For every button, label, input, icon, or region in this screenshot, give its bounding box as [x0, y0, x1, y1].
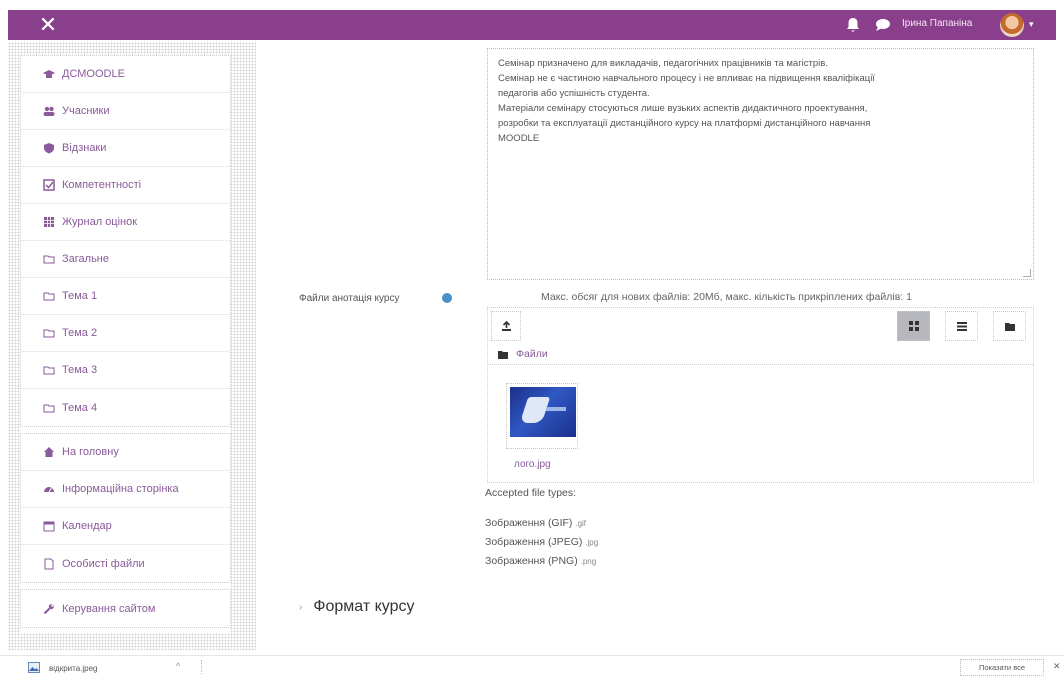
nav-item-label: Тема 2	[62, 327, 98, 339]
nav-item-grades[interactable]: Журнал оцінок	[21, 204, 230, 241]
bell-icon[interactable]	[845, 16, 861, 34]
nav-item-participants[interactable]: Учасники	[21, 93, 230, 130]
nav-item-label: ДСМOODLE	[62, 68, 125, 80]
file-thumbnail[interactable]	[506, 383, 578, 449]
nav-item-label: Календар	[62, 520, 112, 532]
download-file-name[interactable]: відкрита.jpeg	[49, 664, 97, 673]
nav-drawer: ДСМOODLE Учасники Відзнаки Компетентност…	[20, 55, 231, 634]
view-icons-button[interactable]	[897, 311, 930, 341]
nav-item-label: Тема 1	[62, 290, 98, 302]
close-icon[interactable]: ✕	[1053, 661, 1061, 672]
image-file-icon	[28, 662, 40, 673]
home-icon	[43, 446, 55, 458]
nav-item-label: Тема 3	[62, 364, 98, 376]
checkbox-icon	[43, 179, 55, 191]
nav-item-label: Інформаційна сторінка	[62, 483, 179, 495]
calendar-icon	[43, 520, 55, 532]
summary-line: Матеріали семінару стосуються лише вузьк…	[498, 103, 868, 114]
folder-icon	[498, 350, 508, 359]
nav-item-badges[interactable]: Відзнаки	[21, 130, 230, 167]
nav-item-label: Тема 4	[62, 401, 98, 414]
summary-line: педагогів або успішність студента.	[498, 88, 650, 99]
summary-line: MOODLE	[498, 133, 540, 144]
graduation-cap-icon	[43, 68, 55, 80]
nav-item-label: Керування сайтом	[62, 602, 156, 615]
nav-item-label: Загальне	[62, 253, 109, 265]
folder-icon	[43, 402, 55, 414]
shield-icon	[43, 142, 55, 154]
nav-item-topic-4[interactable]: Тема 4	[21, 389, 230, 426]
file-type-item: Зображення (PNG) .png	[485, 555, 597, 567]
nav-item-topic-1[interactable]: Тема 1	[21, 278, 230, 315]
separator	[201, 660, 202, 674]
main-content: Семінар призначено для викладачів, педаг…	[258, 42, 1056, 650]
chevron-down-icon[interactable]: ▾	[1029, 19, 1034, 30]
help-icon[interactable]	[442, 293, 452, 303]
accepted-types-list: Зображення (GIF) .gif Зображення (JPEG) …	[485, 514, 598, 571]
nav-item-label: Особисті файли	[62, 557, 145, 570]
nav-item-general[interactable]: Загальне	[21, 241, 230, 278]
grid-view-icon	[908, 321, 919, 331]
chevron-up-icon[interactable]: ^	[176, 661, 180, 671]
section-title: Формат курсу	[313, 598, 415, 615]
course-summary-editor[interactable]: Семінар призначено для викладачів, педаг…	[487, 48, 1034, 280]
summary-line: Семінар призначено для викладачів, педаг…	[498, 58, 828, 69]
divider	[488, 364, 1033, 365]
nav-item-topic-2[interactable]: Тема 2	[21, 315, 230, 352]
image-preview	[510, 387, 576, 437]
file-manager: Файли лого.jpg	[487, 307, 1034, 483]
summary-line: розробки та експлуатації дистанційного к…	[498, 118, 871, 129]
show-all-button[interactable]: Показати все	[960, 659, 1044, 676]
view-tree-button[interactable]	[993, 311, 1026, 341]
summary-line: Семінар не є частиною навчального процес…	[498, 73, 875, 84]
file-type-item: Зображення (GIF) .gif	[485, 517, 587, 529]
nav-item-label: Відзнаки	[62, 142, 107, 154]
folder-icon	[1004, 322, 1015, 331]
nav-item-site-admin[interactable]: Керування сайтом	[21, 590, 230, 627]
folder-icon	[43, 327, 55, 339]
file-name[interactable]: лого.jpg	[514, 459, 551, 470]
nav-item-course[interactable]: ДСМOODLE	[21, 56, 230, 93]
wrench-icon	[43, 603, 55, 615]
add-file-button[interactable]	[491, 311, 521, 341]
folder-icon	[43, 253, 55, 265]
nav-item-topic-3[interactable]: Тема 3	[21, 352, 230, 389]
accepted-types-label: Accepted file types:	[485, 487, 577, 499]
summary-files-label: Файли анотація курсу	[299, 293, 400, 304]
nav-group-site: На головну Інформаційна сторінка Календа…	[20, 433, 231, 583]
list-view-icon	[956, 322, 967, 331]
nav-group-course: ДСМOODLE Учасники Відзнаки Компетентност…	[20, 55, 231, 427]
folder-icon	[43, 364, 55, 376]
breadcrumb[interactable]: Файли	[498, 348, 548, 360]
nav-item-private-files[interactable]: Особисті файли	[21, 545, 230, 582]
avatar[interactable]	[1000, 13, 1024, 37]
nav-group-admin: Керування сайтом	[20, 589, 231, 628]
grid-icon	[43, 216, 55, 228]
max-size-info: Макс. обсяг для нових файлів: 20Мб, макс…	[541, 291, 912, 303]
chevron-right-icon: ›	[299, 601, 303, 613]
folder-icon	[43, 290, 55, 302]
users-icon	[43, 105, 55, 117]
nav-item-competencies[interactable]: Компетентності	[21, 167, 230, 204]
user-name[interactable]: Ірина Папаніна	[902, 18, 972, 29]
nav-item-label: На головну	[62, 446, 119, 458]
section-course-format[interactable]: › Формат курсу	[299, 598, 415, 616]
top-navbar: ✕ Ірина Папаніна ▾	[8, 10, 1056, 40]
breadcrumb-files: Файли	[516, 348, 548, 360]
dashboard-icon	[43, 483, 55, 495]
nav-item-dashboard[interactable]: Інформаційна сторінка	[21, 471, 230, 508]
nav-item-label: Журнал оцінок	[62, 216, 138, 228]
download-bar: відкрита.jpeg ^ Показати все ✕	[0, 655, 1064, 678]
nav-item-home[interactable]: На головну	[21, 434, 230, 471]
nav-item-label: Компетентності	[62, 179, 142, 191]
nav-item-label: Учасники	[62, 105, 110, 117]
view-list-button[interactable]	[945, 311, 978, 341]
file-icon	[43, 558, 55, 570]
nav-item-calendar[interactable]: Календар	[21, 508, 230, 545]
upload-icon	[501, 320, 511, 331]
file-type-item: Зображення (JPEG) .jpg	[485, 536, 599, 548]
resize-handle[interactable]	[1023, 269, 1031, 277]
chat-icon[interactable]	[874, 17, 892, 33]
close-icon[interactable]: ✕	[35, 12, 61, 38]
